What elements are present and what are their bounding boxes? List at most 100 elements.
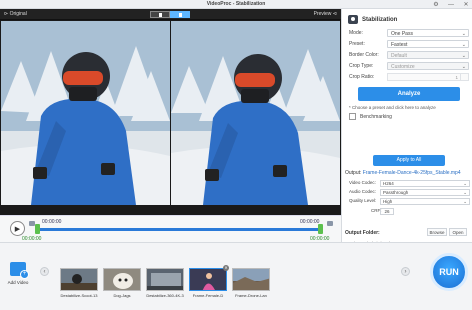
audio-codec-select[interactable]: Passthrough ⌄ [380,189,470,196]
compare-mode-b[interactable] [170,11,190,18]
clip-image [146,268,184,291]
clip-label: Dog-Jags [113,293,131,298]
title-bar: VideoProc - Stabilization ⚙ — ✕ [0,0,472,9]
border-color-label: Border Color: [349,52,379,58]
clip-thumbnail[interactable]: Frame-Drone-Lan [232,268,270,300]
next-frame-button[interactable] [327,221,333,226]
audio-codec-row: Audio Codec: Passthrough ⌄ [349,189,471,196]
output-filename[interactable]: Frame-Female-Dance-4k-25fps_Stable.mp4 [363,170,461,176]
border-color-value: Default [391,53,407,59]
video-codec-label: Video Codec: [349,180,376,185]
trim-start-handle[interactable] [35,224,40,234]
run-button[interactable]: RUN [430,253,468,291]
window-title: VideoProc - Stabilization [206,1,266,7]
chevron-down-icon: ⌄ [461,64,466,70]
benchmarking-row[interactable]: Benchmarking [349,113,392,120]
mode-value: One Pass [391,31,413,37]
preview-label: Preview ⊲ [313,11,337,17]
current-time: 00:00:00 [42,219,62,225]
window-controls: ⚙ — ✕ [433,0,469,9]
crf-row: CRF: 26 [349,208,471,215]
video-codec-select[interactable]: H264 ⌄ [380,180,470,187]
scroll-left-button[interactable]: ‹ [40,267,49,276]
video-codec-value: H264 [383,181,394,186]
crf-input[interactable]: 26 [380,208,394,215]
analyze-button[interactable]: Analyze [358,87,460,101]
output-row: Output: Frame-Female-Dance-4k-25fps_Stab… [345,170,461,176]
preset-value: Fastest [391,42,408,48]
preview-area: ⊳ Original Preview ⊲ ▶ 00:00:00 00:00:00… [0,9,341,242]
play-icon: ▶ [14,225,21,233]
quality-level-select[interactable]: High ⌄ [380,198,470,205]
trim-end-handle[interactable] [318,224,323,234]
add-video-button[interactable]: Add Video [6,262,30,285]
clip-image [60,268,98,291]
scroll-right-button[interactable]: › [401,267,410,276]
analyze-hint: * Choose a preset and click here to anal… [349,105,436,110]
preview-frame [171,21,340,205]
mode-select[interactable]: One Pass ⌄ [387,29,469,37]
mode-row: Mode: One Pass ⌄ [349,29,469,37]
chevron-down-icon: ⌄ [461,42,466,48]
chevron-down-icon: ⌄ [463,190,467,195]
quality-level-label: Quality Level: [349,198,377,203]
chevron-right-icon: › [404,269,407,275]
clip-4-image [190,269,226,290]
clip-1-image [61,269,97,290]
stabilization-icon [348,15,358,24]
original-snowboarder-image [1,21,170,205]
clip-label: Destabilize-360-4K-3 [146,293,184,298]
compare-mode-a[interactable] [150,11,170,18]
chevron-down-icon: ⌄ [463,181,467,186]
mode-label: Mode: [349,30,363,36]
add-video-label: Add Video [7,280,29,285]
timeline-track[interactable] [40,228,323,231]
audio-codec-value: Passthrough [383,190,409,195]
close-icon[interactable]: ✕ [463,2,469,8]
apply-to-all-button[interactable]: Apply to All [373,155,445,166]
crop-ratio-label: Crop Ratio: [349,74,375,80]
border-color-row: Border Color: Default ⌄ [349,51,469,59]
clip-image [189,268,227,291]
timeline-progress [40,228,323,231]
play-button[interactable]: ▶ [10,221,25,236]
benchmarking-checkbox[interactable] [349,113,356,120]
clip-thumbnail[interactable]: Dog-Jags [103,268,141,300]
crop-ratio-row: Crop Ratio: 1 [349,73,469,81]
clip-thumbnail[interactable]: Destabilize-Scoot-13 [60,268,98,300]
crop-type-value: Customize [391,64,415,70]
clip-strip: Add Video ‹ Destabilize-Scoot-13 Dog-Jag… [0,242,472,310]
clip-label: Frame-Drone-Lan [235,293,267,298]
minimize-icon[interactable]: — [448,2,454,8]
browse-button[interactable]: Browse [427,228,447,236]
clip-2-image [104,269,140,290]
original-label: ⊳ Original [4,11,27,17]
original-label-text: Original [9,11,27,17]
remove-clip-icon[interactable]: ✕ [223,265,229,271]
crop-ratio-value: 1 [455,75,458,80]
preset-row: Preset: Fastest ⌄ [349,40,469,48]
benchmarking-label: Benchmarking [360,113,392,120]
quality-level-row: Quality Level: High ⌄ [349,198,471,205]
original-frame [1,21,170,205]
stabilized-snowboarder-image [171,21,340,205]
preset-select[interactable]: Fastest ⌄ [387,40,469,48]
settings-icon[interactable]: ⚙ [433,2,439,8]
crop-ratio-stepper [460,74,468,80]
output-folder-row: Output Folder: Browse Open [345,228,471,237]
chevron-down-icon: ⌄ [461,31,466,37]
add-video-icon [10,262,29,279]
clip-thumbnail[interactable]: Destabilize-360-4K-3 [146,268,184,300]
total-time: 00:00:00 [300,219,320,225]
chevron-left-icon: ‹ [43,269,46,275]
compare-mode-toggle[interactable] [150,11,190,18]
border-color-select: Default ⌄ [387,51,469,59]
preview-label-text: Preview [313,11,332,17]
quality-level-value: High [383,199,393,204]
open-button[interactable]: Open [449,228,467,236]
preview-header: ⊳ Original Preview ⊲ [0,9,341,20]
clip-5-image [233,269,269,290]
crop-type-row: Crop Type: Customize ⌄ [349,62,469,70]
clip-thumbnail[interactable]: Frame-Female-D ✕ [189,265,229,300]
audio-codec-label: Audio Codec: [349,189,377,194]
